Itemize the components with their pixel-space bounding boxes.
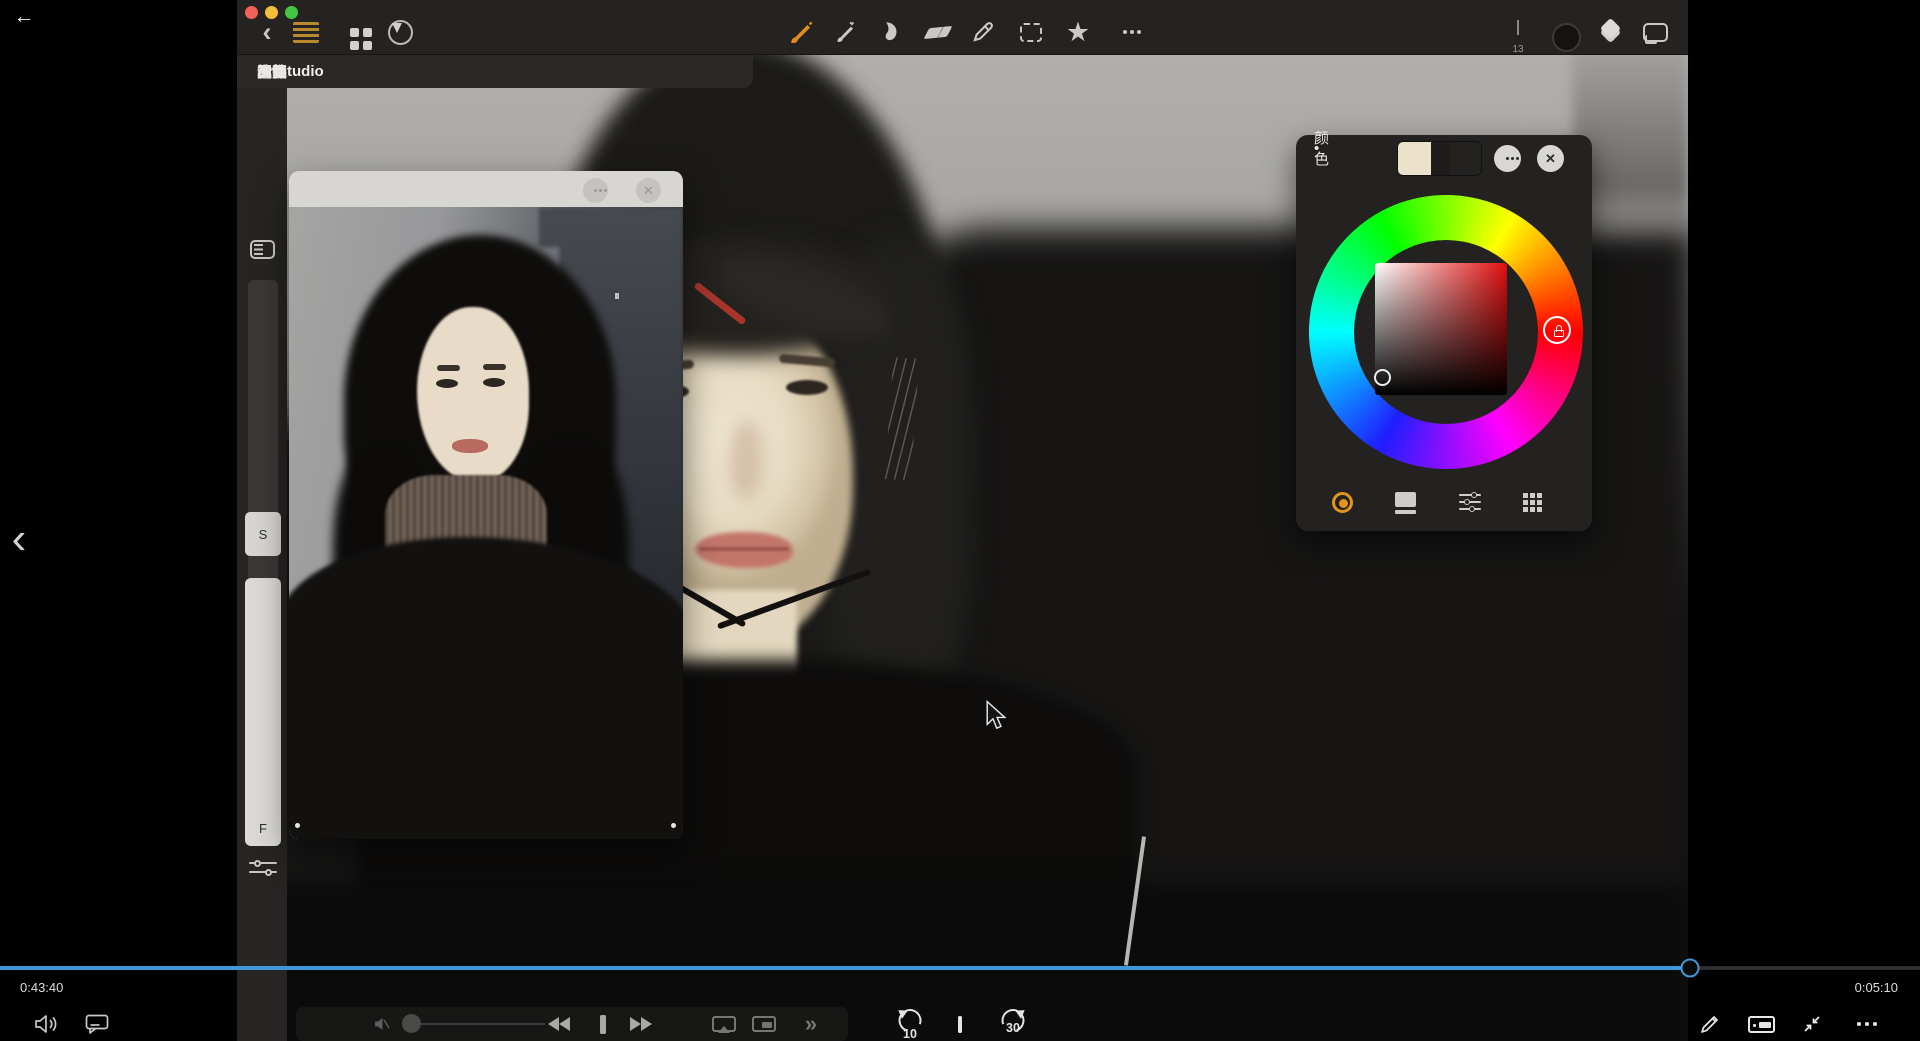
fast-forward-button[interactable] <box>628 1008 654 1040</box>
skip-back-10-button[interactable]: 10 <box>891 1003 929 1041</box>
size-slider-label: S <box>258 526 268 542</box>
player-more-icon[interactable] <box>1846 1008 1872 1040</box>
artstudio-left-sidebar: S F <box>237 88 287 1041</box>
brush-size-indicator <box>1517 20 1519 35</box>
touchbar-icon[interactable] <box>1746 1008 1776 1040</box>
selection-tool-icon[interactable] <box>1018 18 1044 46</box>
remaining-time: 0:05:10 <box>1854 980 1898 995</box>
previous-chevron[interactable]: ‹ <box>2 517 36 564</box>
toolbar-back-chevron[interactable]: ‹ <box>255 18 279 46</box>
artstudio-toolbar: ‹ ★ 13 <box>237 0 1688 55</box>
skip-forward-30-button[interactable]: 30 <box>994 1003 1032 1040</box>
color-panel-close-icon[interactable]: ✕ <box>1537 145 1564 172</box>
reference-window[interactable]: ✕ <box>289 171 683 839</box>
paint-brush-tool-icon[interactable] <box>788 18 816 46</box>
color-swatch-pair[interactable] <box>1397 141 1482 176</box>
tab-palette-grid-icon[interactable] <box>1518 488 1546 516</box>
panel-toggle-icon[interactable] <box>250 240 275 259</box>
rewind-button[interactable] <box>546 1008 572 1040</box>
main-menu-icon[interactable] <box>293 18 319 46</box>
overlay-pause-button[interactable] <box>950 1008 970 1040</box>
brush-tip-icon[interactable] <box>387 18 413 46</box>
tab-sliders-icon[interactable] <box>1456 488 1484 516</box>
volume-icon[interactable] <box>32 1008 62 1040</box>
volume-slider-thumb[interactable] <box>402 1014 421 1033</box>
painting-lip-line <box>699 547 789 551</box>
eyedropper-pen-tool-icon[interactable] <box>969 18 997 46</box>
skip-back-label: 10 <box>903 1027 917 1041</box>
size-slider-handle[interactable]: S <box>245 512 281 556</box>
photo-jacket <box>289 537 683 839</box>
sv-cursor[interactable] <box>1374 369 1391 386</box>
painting-nose-shadow <box>729 420 763 500</box>
menu-item-view[interactable]: 视图 <box>257 61 287 82</box>
favorites-star-icon[interactable]: ★ <box>1064 18 1092 46</box>
markup-pencil-icon[interactable] <box>1696 1008 1724 1040</box>
volume-slider-track[interactable] <box>404 1023 545 1025</box>
color-panel[interactable]: 颜色 • ✕ <box>1296 130 1592 531</box>
progress-track[interactable] <box>0 966 1920 970</box>
gallery-grid-icon[interactable] <box>343 18 365 46</box>
eraser-tool-icon[interactable] <box>923 18 953 46</box>
color-panel-more-icon[interactable] <box>1494 145 1521 172</box>
photo-lips <box>452 439 488 453</box>
photo-right-eye <box>483 378 505 387</box>
mouse-cursor <box>986 700 1007 730</box>
playhead-handle[interactable] <box>1680 958 1700 978</box>
photo-face <box>417 307 529 482</box>
exit-fullscreen-icon[interactable] <box>1798 1008 1826 1040</box>
resize-handle-right[interactable] <box>671 823 676 828</box>
tab-swatch-card-icon[interactable] <box>1391 488 1419 516</box>
photo-right-brow <box>483 364 506 370</box>
reference-more-icon[interactable] <box>583 178 608 203</box>
picture-in-picture-icon[interactable] <box>750 1008 778 1040</box>
flow-slider-handle[interactable]: F <box>245 578 281 846</box>
fullscreen-icon[interactable] <box>1642 18 1669 46</box>
resize-handle-left[interactable] <box>295 823 300 828</box>
video-content[interactable]: S F ‹ ★ 13 Artstudio 文件 编辑 图像 调整 图层 选择 滤… <box>237 0 1688 1041</box>
artstudio-menubar: Artstudio 文件 编辑 图像 调整 图层 选择 滤镜 视图 <box>237 55 753 88</box>
more-controls-chevrons[interactable]: » <box>798 1008 824 1040</box>
flow-slider-label: F <box>259 821 267 836</box>
saturation-value-square[interactable] <box>1375 263 1507 395</box>
layers-icon[interactable] <box>1596 17 1624 46</box>
smudge-tool-icon[interactable] <box>876 18 904 46</box>
airplay-icon[interactable] <box>710 1008 738 1040</box>
skip-forward-label: 30 <box>1006 1021 1020 1035</box>
sliders-settings-icon[interactable] <box>249 859 277 876</box>
secondary-color-swatch[interactable] <box>1398 142 1431 175</box>
elapsed-time: 0:43:40 <box>20 980 64 995</box>
reference-photo <box>289 207 683 839</box>
mute-icon[interactable] <box>372 1008 392 1040</box>
video-player-app: ← 0818001.mov ‹ <box>0 0 1920 1041</box>
current-color-swatch[interactable] <box>1552 23 1581 52</box>
photo-left-eye <box>436 379 458 388</box>
hue-lock-handle[interactable] <box>1543 316 1571 344</box>
painting-right-eye <box>786 380 828 395</box>
subtitles-icon[interactable] <box>82 1008 112 1040</box>
reference-close-icon[interactable]: ✕ <box>636 178 661 203</box>
brush-size-value: 13 <box>1512 44 1524 55</box>
toolbar-more-icon[interactable] <box>1115 18 1135 46</box>
progress-fill <box>0 966 1690 970</box>
wet-brush-tool-icon[interactable] <box>832 18 860 46</box>
photo-left-brow <box>437 365 460 371</box>
tab-color-wheel-icon[interactable] <box>1328 488 1356 516</box>
pause-button[interactable] <box>592 1008 614 1040</box>
